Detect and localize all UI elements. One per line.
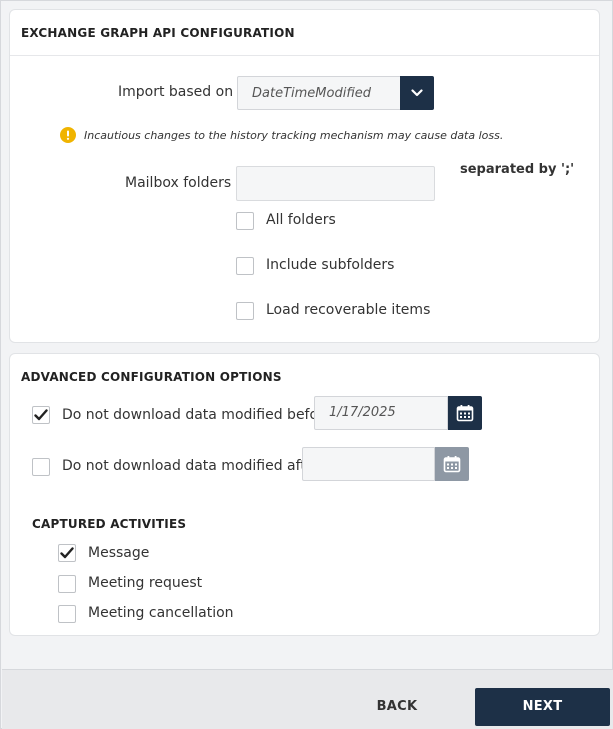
import-based-on-label: Import based on <box>118 84 234 100</box>
modified-before-checkbox[interactable] <box>32 406 50 424</box>
import-based-on-select[interactable]: DateTimeModified <box>237 76 434 110</box>
include-subfolders-checkbox[interactable] <box>236 257 254 275</box>
mailbox-folders-label: Mailbox folders <box>125 175 232 191</box>
checkmark-icon <box>60 547 74 559</box>
modified-after-date-input[interactable] <box>302 447 435 481</box>
chevron-down-icon <box>411 89 423 97</box>
separator-hint: separated by ';' <box>460 162 575 177</box>
activity-meeting-cancellation-checkbox[interactable] <box>58 605 76 623</box>
modified-before-date-input[interactable]: 1/17/2025 <box>314 396 448 430</box>
activity-message-checkbox[interactable] <box>58 544 76 562</box>
captured-activities-title: CAPTURED ACTIVITIES <box>32 517 187 531</box>
history-warning: Incautious changes to the history tracki… <box>60 127 503 143</box>
import-based-on-value: DateTimeModified <box>252 86 371 101</box>
wizard-footer: BACK NEXT <box>2 669 613 729</box>
warning-text: Incautious changes to the history tracki… <box>84 128 504 142</box>
checkmark-icon <box>34 409 48 421</box>
activity-message-label: Message <box>88 545 150 561</box>
activity-meeting-request-checkbox[interactable] <box>58 575 76 593</box>
modified-after-label: Do not download data modified after: <box>62 458 325 474</box>
next-button[interactable]: NEXT <box>475 688 610 726</box>
modified-after-date-picker <box>302 447 469 481</box>
mailbox-folders-input[interactable] <box>236 166 435 201</box>
include-subfolders-label: Include subfolders <box>266 257 395 273</box>
all-folders-checkbox[interactable] <box>236 212 254 230</box>
exchange-config-header: EXCHANGE GRAPH API CONFIGURATION <box>10 10 599 56</box>
modified-after-calendar-button[interactable] <box>435 447 469 481</box>
all-folders-label: All folders <box>266 212 336 228</box>
dialog-frame: EXCHANGE GRAPH API CONFIGURATION Import … <box>0 0 613 729</box>
modified-before-label: Do not download data modified before: <box>62 407 337 423</box>
advanced-config-header: ADVANCED CONFIGURATION OPTIONS <box>21 370 282 384</box>
exchange-config-card: EXCHANGE GRAPH API CONFIGURATION Import … <box>9 9 600 343</box>
load-recoverable-items-label: Load recoverable items <box>266 302 431 318</box>
warning-icon <box>60 127 76 143</box>
modified-after-checkbox[interactable] <box>32 458 50 476</box>
activity-meeting-request-label: Meeting request <box>88 575 203 591</box>
calendar-icon <box>456 405 474 422</box>
modified-before-date-picker: 1/17/2025 <box>314 396 482 430</box>
load-recoverable-items-checkbox[interactable] <box>236 302 254 320</box>
back-button[interactable]: BACK <box>362 688 432 726</box>
advanced-config-card: ADVANCED CONFIGURATION OPTIONS Do not do… <box>9 353 600 636</box>
activity-meeting-cancellation-label: Meeting cancellation <box>88 605 234 621</box>
modified-before-calendar-button[interactable] <box>448 396 482 430</box>
calendar-icon <box>443 456 461 473</box>
dropdown-toggle-button[interactable] <box>400 76 434 110</box>
